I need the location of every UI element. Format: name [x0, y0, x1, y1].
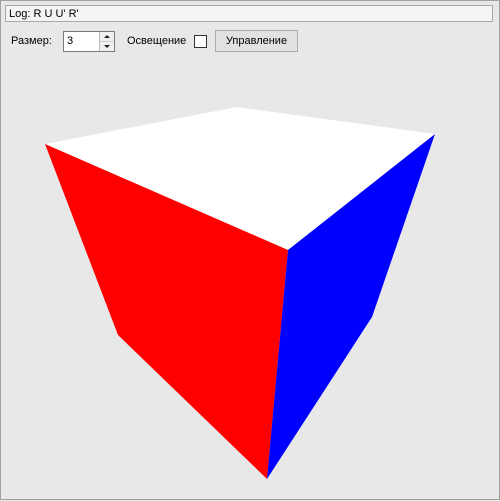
cube-viewport[interactable]	[1, 1, 500, 501]
main-window: Log: R U U' R' Размер: 3 Освещение Управ…	[0, 0, 500, 500]
